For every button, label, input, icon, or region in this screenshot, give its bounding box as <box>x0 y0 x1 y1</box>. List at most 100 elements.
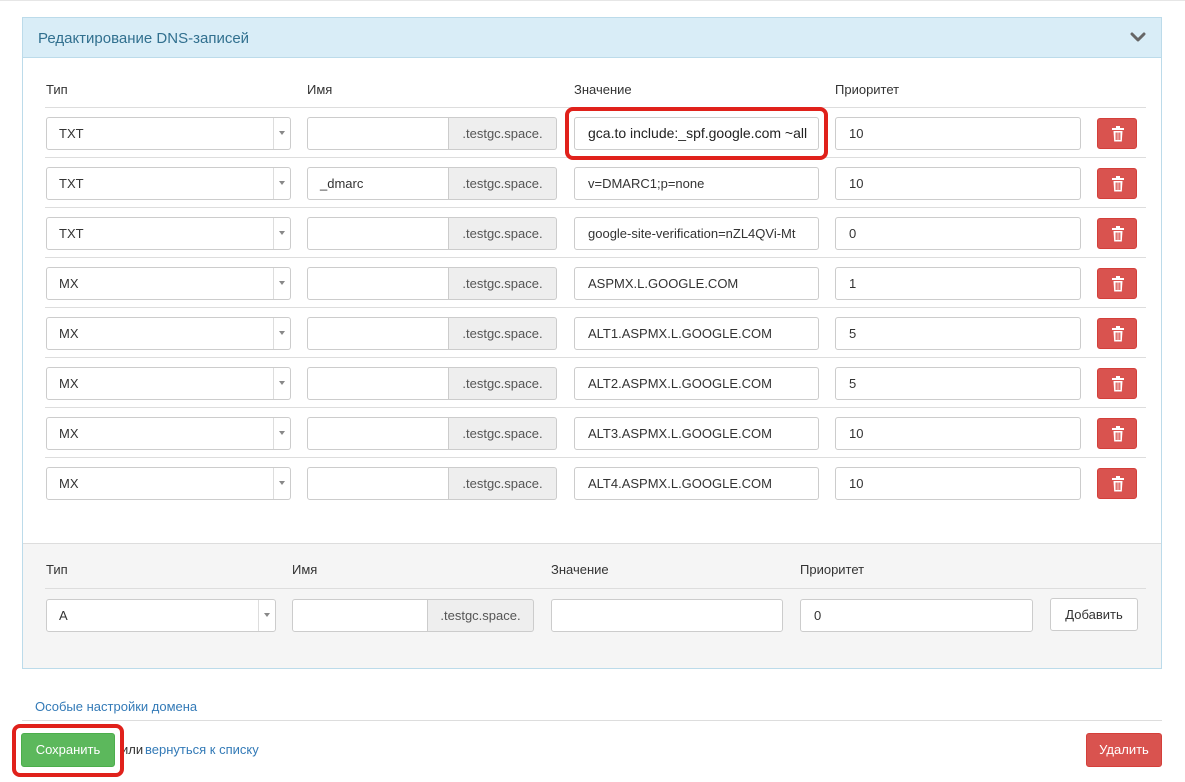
delete-record-button[interactable] <box>1097 368 1137 399</box>
caret-down-icon <box>279 231 285 235</box>
row-divider <box>45 588 1146 589</box>
record-priority-input[interactable]: 10 <box>835 117 1081 150</box>
record-value-input[interactable]: ALT2.ASPMX.L.GOOGLE.COM <box>574 367 819 400</box>
delete-record-button[interactable] <box>1097 418 1137 449</box>
record-name-input[interactable] <box>307 367 449 400</box>
record-type-value: MX <box>59 476 79 491</box>
column-header-priority: Приоритет <box>835 82 900 97</box>
record-type-select[interactable]: MX <box>46 317 291 350</box>
dns-records-panel: Редактирование DNS-записей Тип Имя Значе… <box>22 17 1162 669</box>
new-record-value-input[interactable] <box>551 599 783 632</box>
domain-suffix-addon: .testgc.space. <box>449 117 557 150</box>
record-name-input[interactable] <box>307 467 449 500</box>
record-value-input[interactable]: v=DMARC1;p=none <box>574 167 819 200</box>
record-type-select[interactable]: MX <box>46 417 291 450</box>
row-divider <box>45 357 1146 358</box>
back-to-list-link[interactable]: вернуться к списку <box>145 742 259 757</box>
domain-suffix-addon: .testgc.space. <box>449 417 557 450</box>
row-divider <box>45 407 1146 408</box>
record-name-input[interactable] <box>307 317 449 350</box>
delete-record-button[interactable] <box>1097 468 1137 499</box>
record-priority-input[interactable]: 10 <box>835 467 1081 500</box>
record-priority-input[interactable]: 10 <box>835 417 1081 450</box>
new-record-priority-input[interactable]: 0 <box>800 599 1033 632</box>
record-value-input[interactable]: ALT3.ASPMX.L.GOOGLE.COM <box>574 417 819 450</box>
special-settings-link[interactable]: Особые настройки домена <box>35 699 197 714</box>
save-highlight-frame <box>12 724 124 777</box>
record-type-value: TXT <box>59 126 84 141</box>
new-record-name-input[interactable] <box>292 599 428 632</box>
select-arrow-zone <box>273 118 290 149</box>
domain-suffix-addon: .testgc.space. <box>449 167 557 200</box>
domain-suffix-addon: .testgc.space. <box>428 599 534 632</box>
record-type-value: MX <box>59 326 79 341</box>
record-priority-input[interactable]: 10 <box>835 167 1081 200</box>
domain-suffix-addon: .testgc.space. <box>449 317 557 350</box>
column-header-type: Тип <box>46 82 68 97</box>
record-type-select[interactable]: TXT <box>46 117 291 150</box>
add-header-type: Тип <box>46 562 68 577</box>
record-value-input[interactable]: google-site-verification=nZL4QVi-Mt <box>574 217 819 250</box>
select-arrow-zone <box>273 468 290 499</box>
top-divider <box>0 0 1185 1</box>
record-type-value: MX <box>59 276 79 291</box>
record-priority-input[interactable]: 1 <box>835 267 1081 300</box>
domain-suffix-addon: .testgc.space. <box>449 467 557 500</box>
value-highlight-frame <box>565 107 828 160</box>
delete-record-button[interactable] <box>1097 268 1137 299</box>
delete-record-button[interactable] <box>1097 318 1137 349</box>
record-priority-input[interactable]: 0 <box>835 217 1081 250</box>
record-type-select[interactable]: MX <box>46 367 291 400</box>
record-priority-input[interactable]: 5 <box>835 317 1081 350</box>
new-record-type-value: A <box>59 608 68 623</box>
row-divider <box>45 207 1146 208</box>
record-type-value: MX <box>59 426 79 441</box>
record-type-value: TXT <box>59 226 84 241</box>
chevron-down-icon[interactable] <box>1129 28 1147 46</box>
row-divider <box>45 257 1146 258</box>
record-value-input[interactable]: ALT4.ASPMX.L.GOOGLE.COM <box>574 467 819 500</box>
record-name-input[interactable] <box>307 417 449 450</box>
add-header-value: Значение <box>551 562 609 577</box>
record-name-input[interactable] <box>307 267 449 300</box>
record-type-select[interactable]: MX <box>46 467 291 500</box>
panel-heading[interactable]: Редактирование DNS-записей <box>23 18 1161 58</box>
add-header-priority: Приоритет <box>800 562 865 577</box>
footer-divider <box>22 720 1162 721</box>
domain-suffix-addon: .testgc.space. <box>449 367 557 400</box>
caret-down-icon <box>279 481 285 485</box>
record-value-input[interactable]: ALT1.ASPMX.L.GOOGLE.COM <box>574 317 819 350</box>
column-header-name: Имя <box>307 82 333 97</box>
record-name-input[interactable] <box>307 117 449 150</box>
add-record-button[interactable]: Добавить <box>1050 598 1138 631</box>
panel-title: Редактирование DNS-записей <box>38 30 250 47</box>
record-name-input[interactable]: _dmarc <box>307 167 449 200</box>
record-priority-input[interactable]: 5 <box>835 367 1081 400</box>
record-type-value: MX <box>59 376 79 391</box>
caret-down-icon <box>279 181 285 185</box>
add-record-panel: Тип Имя Значение Приоритет A .testgc.spa… <box>23 543 1161 668</box>
new-record-type-select[interactable]: A <box>46 599 276 632</box>
domain-suffix-addon: .testgc.space. <box>449 217 557 250</box>
record-type-select[interactable]: TXT <box>46 167 291 200</box>
delete-record-button[interactable] <box>1097 218 1137 249</box>
delete-record-button[interactable] <box>1097 118 1137 149</box>
select-arrow-zone <box>273 218 290 249</box>
record-type-select[interactable]: TXT <box>46 217 291 250</box>
caret-down-icon <box>279 381 285 385</box>
add-header-name: Имя <box>292 562 318 577</box>
delete-domain-button[interactable]: Удалить <box>1086 733 1162 767</box>
domain-suffix-addon: .testgc.space. <box>449 267 557 300</box>
record-name-input[interactable] <box>307 217 449 250</box>
caret-down-icon <box>279 131 285 135</box>
select-arrow-zone <box>258 600 275 631</box>
record-value-input[interactable]: ASPMX.L.GOOGLE.COM <box>574 267 819 300</box>
column-header-value: Значение <box>574 82 632 97</box>
caret-down-icon <box>264 613 270 617</box>
caret-down-icon <box>279 331 285 335</box>
record-type-select[interactable]: MX <box>46 267 291 300</box>
select-arrow-zone <box>273 418 290 449</box>
caret-down-icon <box>279 431 285 435</box>
record-type-value: TXT <box>59 176 84 191</box>
delete-record-button[interactable] <box>1097 168 1137 199</box>
